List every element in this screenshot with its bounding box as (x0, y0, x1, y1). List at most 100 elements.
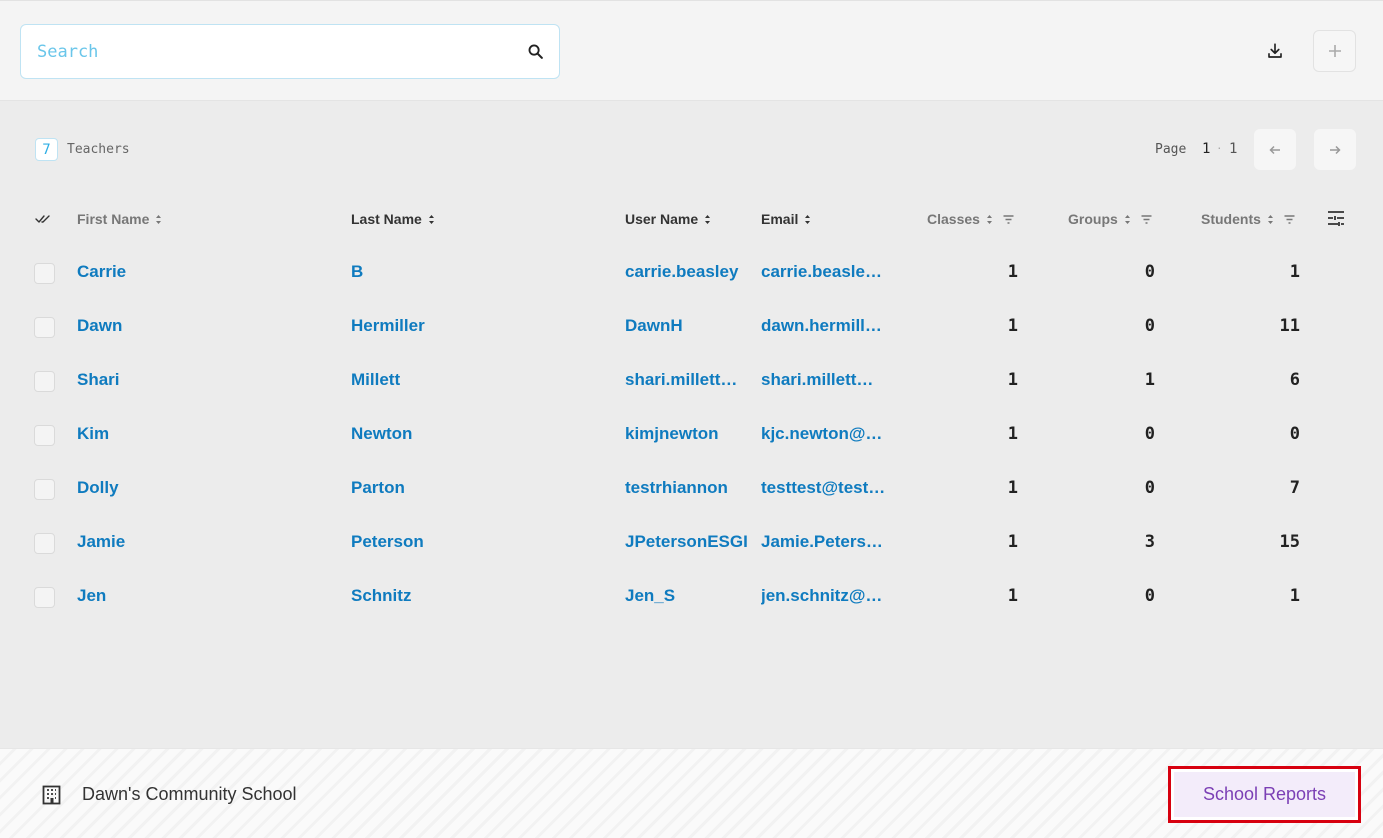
user-name-link[interactable]: carrie.beasley (625, 262, 750, 282)
table-row[interactable]: Jen Schnitz Jen_S jen.schnitz@… 1 0 1 (0, 582, 1383, 636)
groups-count: 0 (1144, 478, 1155, 498)
sort-icon (805, 214, 811, 224)
arrow-right-icon (1330, 145, 1341, 154)
column-last-name-label: Last Name (351, 211, 422, 227)
column-email[interactable]: Email (761, 210, 811, 228)
row-checkbox[interactable] (34, 371, 55, 392)
sort-icon (428, 214, 434, 224)
email-link[interactable]: carrie.beasle… (761, 262, 886, 282)
classes-count: 1 (1007, 478, 1018, 498)
classes-count: 1 (1007, 532, 1018, 552)
first-name-link[interactable]: Jen (77, 586, 327, 606)
sort-icon (1124, 214, 1130, 224)
school-reports-label: School Reports (1174, 772, 1355, 817)
classes-count: 1 (1007, 316, 1018, 336)
groups-count: 0 (1144, 316, 1155, 336)
last-name-link[interactable]: Hermiller (351, 316, 601, 336)
row-checkbox[interactable] (34, 479, 55, 500)
first-name-link[interactable]: Carrie (77, 262, 327, 282)
school-reports-button[interactable]: School Reports (1168, 766, 1361, 823)
sort-icon (705, 214, 711, 224)
column-first-name-label: First Name (77, 211, 150, 227)
row-checkbox[interactable] (34, 425, 55, 446)
classes-count: 1 (1007, 370, 1018, 390)
row-checkbox[interactable] (34, 533, 55, 554)
email-link[interactable]: Jamie.Peters… (761, 532, 886, 552)
download-icon (1268, 43, 1282, 58)
select-all-icon (35, 215, 50, 223)
filter-icon[interactable] (1003, 214, 1014, 224)
first-name-link[interactable]: Shari (77, 370, 327, 390)
user-name-link[interactable]: DawnH (625, 316, 750, 336)
next-page-button[interactable] (1314, 129, 1356, 170)
sort-icon (1267, 214, 1273, 224)
select-all-button[interactable] (35, 210, 51, 228)
classes-count: 1 (1007, 262, 1018, 282)
school-name: Dawn's Community School (82, 784, 297, 804)
column-user-name[interactable]: User Name (625, 210, 711, 228)
first-name-link[interactable]: Kim (77, 424, 327, 444)
column-groups[interactable]: Groups (1068, 210, 1152, 228)
last-name-link[interactable]: Newton (351, 424, 601, 444)
last-name-link[interactable]: B (351, 262, 601, 282)
classes-count: 1 (1007, 586, 1018, 606)
students-count: 15 (1279, 532, 1300, 552)
user-name-link[interactable]: shari.millett… (625, 370, 750, 390)
user-name-link[interactable]: Jen_S (625, 586, 750, 606)
groups-count: 0 (1144, 424, 1155, 444)
groups-count: 1 (1144, 370, 1155, 390)
table-row[interactable]: Shari Millett shari.millett… shari.mille… (0, 366, 1383, 420)
column-user-name-label: User Name (625, 211, 699, 227)
column-students-label: Students (1201, 211, 1261, 227)
first-name-link[interactable]: Dolly (77, 478, 327, 498)
teacher-count-badge: 7 (35, 138, 58, 161)
page-total: 1 (1229, 141, 1238, 157)
prev-page-button[interactable] (1254, 129, 1296, 170)
email-link[interactable]: dawn.hermill… (761, 316, 886, 336)
classes-count: 1 (1007, 424, 1018, 444)
email-link[interactable]: jen.schnitz@… (761, 586, 886, 606)
column-classes-label: Classes (927, 211, 980, 227)
column-groups-label: Groups (1068, 211, 1118, 227)
teacher-count-label: Teachers (67, 142, 130, 157)
add-teacher-button[interactable] (1313, 30, 1356, 72)
column-classes[interactable]: Classes (927, 210, 1014, 228)
filter-icon[interactable] (1141, 214, 1152, 224)
row-checkbox[interactable] (34, 587, 55, 608)
column-students[interactable]: Students (1201, 210, 1295, 228)
last-name-link[interactable]: Peterson (351, 532, 601, 552)
table-row[interactable]: Jamie Peterson JPetersonESGI Jamie.Peter… (0, 528, 1383, 582)
filter-icon[interactable] (1284, 214, 1295, 224)
row-checkbox[interactable] (34, 317, 55, 338)
page-current: 1 (1202, 141, 1211, 157)
column-last-name[interactable]: Last Name (351, 210, 435, 228)
first-name-link[interactable]: Dawn (77, 316, 327, 336)
email-link[interactable]: shari.millett… (761, 370, 886, 390)
table-row[interactable]: Dawn Hermiller DawnH dawn.hermill… 1 0 1… (0, 312, 1383, 366)
last-name-link[interactable]: Parton (351, 478, 601, 498)
table-row[interactable]: Dolly Parton testrhiannon testtest@test…… (0, 474, 1383, 528)
column-settings-icon[interactable] (1327, 210, 1345, 226)
first-name-link[interactable]: Jamie (77, 532, 327, 552)
last-name-link[interactable]: Millett (351, 370, 601, 390)
row-checkbox[interactable] (34, 263, 55, 284)
search-icon[interactable] (527, 43, 544, 60)
email-link[interactable]: kjc.newton@… (761, 424, 886, 444)
table-row[interactable]: Kim Newton kimjnewton kjc.newton@… 1 0 0 (0, 420, 1383, 474)
groups-count: 0 (1144, 262, 1155, 282)
download-button[interactable] (1255, 31, 1295, 71)
search-box[interactable] (20, 24, 560, 79)
email-link[interactable]: testtest@test… (761, 478, 886, 498)
last-name-link[interactable]: Schnitz (351, 586, 601, 606)
user-name-link[interactable]: JPetersonESGI (625, 532, 750, 552)
students-count: 0 (1289, 424, 1300, 444)
students-count: 11 (1279, 316, 1300, 336)
arrow-left-icon (1269, 145, 1280, 154)
search-input[interactable] (21, 25, 559, 78)
column-first-name[interactable]: First Name (77, 210, 162, 228)
top-toolbar (0, 0, 1383, 101)
sort-icon (156, 214, 162, 224)
user-name-link[interactable]: testrhiannon (625, 478, 750, 498)
user-name-link[interactable]: kimjnewton (625, 424, 750, 444)
table-row[interactable]: Carrie B carrie.beasley carrie.beasle… 1… (0, 258, 1383, 312)
